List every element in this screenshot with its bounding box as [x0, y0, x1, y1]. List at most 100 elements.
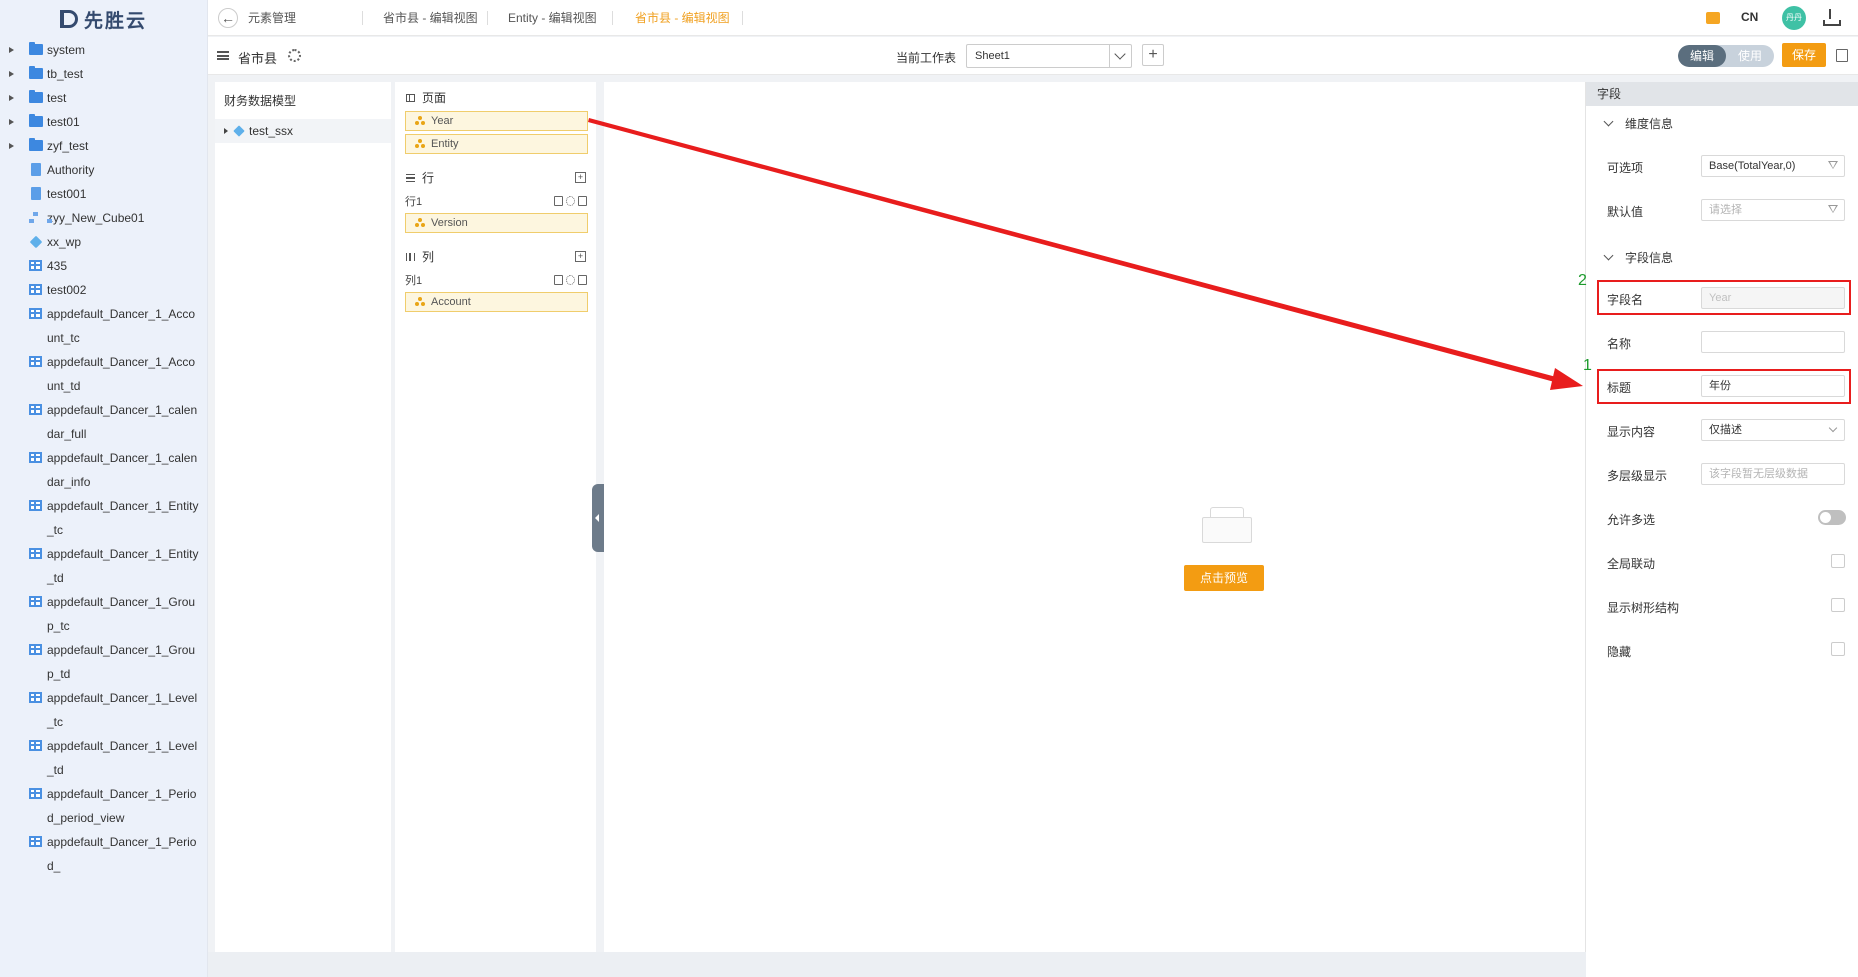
- mode-edit-option[interactable]: 编辑: [1678, 45, 1726, 67]
- cols-section-title: 列: [422, 250, 435, 264]
- hidden-label: 隐藏: [1607, 645, 1632, 659]
- sidebar-item[interactable]: test01: [0, 110, 207, 134]
- sidebar-item[interactable]: appdefault_Dancer_1_Period_period_view: [0, 782, 207, 830]
- model-tree-item[interactable]: test_ssx: [215, 119, 391, 143]
- sidebar-item[interactable]: appdefault_Dancer_1_Level_td: [0, 734, 207, 782]
- add-sheet-button[interactable]: +: [1142, 44, 1164, 66]
- sidebar-item[interactable]: appdefault_Dancer_1_Group_td: [0, 638, 207, 686]
- copy-icon[interactable]: [554, 275, 563, 285]
- download-icon[interactable]: [1822, 9, 1841, 26]
- tab-entity-edit[interactable]: Entity - 编辑视图: [488, 0, 613, 36]
- sidebar-item[interactable]: appdefault_Dancer_1_Group_tc: [0, 590, 207, 638]
- gear-icon[interactable]: [566, 275, 575, 285]
- multilevel-input[interactable]: 该字段暂无层级数据: [1701, 463, 1845, 485]
- tab-element-management[interactable]: 元素管理: [248, 0, 363, 36]
- sidebar-item[interactable]: tb_test: [0, 62, 207, 86]
- sidebar-item[interactable]: system: [0, 38, 207, 62]
- expand-caret-icon[interactable]: [9, 143, 14, 149]
- sidebar-item[interactable]: appdefault_Dancer_1_Period_: [0, 830, 207, 878]
- sidebar-item-label: appdefault_Dancer_1_Level_tc: [47, 691, 198, 729]
- chevron-down-icon[interactable]: [1603, 116, 1614, 127]
- document-icon: [31, 187, 41, 200]
- expand-caret-icon[interactable]: [224, 128, 228, 134]
- sidebar-item-label: appdefault_Dancer_1_Entity_tc: [47, 499, 199, 537]
- expand-caret-icon[interactable]: [9, 95, 14, 101]
- optional-input[interactable]: Base(TotalYear,0): [1701, 155, 1845, 177]
- mode-toggle[interactable]: 使用 编辑: [1678, 45, 1774, 67]
- sidebar-item[interactable]: zyy_New_Cube01: [0, 206, 207, 230]
- sidebar-item[interactable]: appdefault_Dancer_1_calendar_info: [0, 446, 207, 494]
- sidebar-item[interactable]: xx_wp: [0, 230, 207, 254]
- preview-button[interactable]: 点击预览: [1184, 565, 1264, 591]
- tab-province-edit-2[interactable]: 省市县 - 编辑视图: [613, 0, 743, 36]
- sidebar: 先胜云 system tb_test test test01 zyf_test Autho…: [0, 0, 208, 977]
- cube-icon: [29, 235, 43, 249]
- add-row-button[interactable]: +: [575, 172, 586, 183]
- display-content-select[interactable]: 仅描述: [1701, 419, 1845, 441]
- dimension-info-section[interactable]: 维度信息: [1586, 114, 1858, 134]
- sheet-select[interactable]: Sheet1: [966, 44, 1132, 68]
- sidebar-item[interactable]: appdefault_Dancer_1_Account_tc: [0, 302, 207, 350]
- trash-icon[interactable]: [578, 275, 587, 285]
- language-switch[interactable]: CN: [1741, 10, 1758, 24]
- sidebar-item[interactable]: appdefault_Dancer_1_Account_td: [0, 350, 207, 398]
- sidebar-item-label: system: [47, 43, 86, 57]
- sidebar-item[interactable]: appdefault_Dancer_1_Level_tc: [0, 686, 207, 734]
- optional-value: Base(TotalYear,0): [1709, 160, 1796, 172]
- expand-caret-icon[interactable]: [9, 119, 14, 125]
- gear-icon[interactable]: [566, 196, 575, 206]
- sidebar-item[interactable]: test002: [0, 278, 207, 302]
- gear-icon[interactable]: [288, 49, 301, 62]
- sidebar-item[interactable]: test001: [0, 182, 207, 206]
- table-icon: [29, 356, 42, 367]
- sidebar-item[interactable]: 435: [0, 254, 207, 278]
- document-icon: [31, 163, 41, 176]
- sidebar-item-label: appdefault_Dancer_1_calendar_info: [47, 451, 198, 489]
- multiselect-toggle[interactable]: [1818, 510, 1846, 525]
- add-column-button[interactable]: +: [575, 251, 586, 262]
- copy-icon[interactable]: [554, 196, 563, 206]
- sidebar-item[interactable]: Authority: [0, 158, 207, 182]
- table-icon: [29, 308, 42, 319]
- expand-caret-icon[interactable]: [9, 47, 14, 53]
- model-item-label: test_ssx: [249, 124, 294, 138]
- default-value-input[interactable]: 请选择: [1701, 199, 1845, 221]
- dimension-chip-version[interactable]: Version: [405, 213, 588, 233]
- tab-province-edit-1[interactable]: 省市县 - 编辑视图: [363, 0, 488, 36]
- bottom-strip: [208, 952, 1586, 977]
- field-info-section[interactable]: 字段信息: [1586, 248, 1673, 268]
- dimension-chip-year[interactable]: Year: [405, 111, 588, 131]
- field-properties-panel: 字段 维度信息 可选项 Base(TotalYear,0) 默认值 请选择 字段…: [1585, 82, 1858, 977]
- hidden-checkbox[interactable]: [1831, 642, 1845, 656]
- global-link-checkbox[interactable]: [1831, 554, 1845, 568]
- avatar[interactable]: 丹丹: [1782, 6, 1806, 30]
- dimension-chip-account[interactable]: Account: [405, 292, 588, 312]
- collapse-panel-handle[interactable]: [592, 484, 604, 552]
- dimension-chip-entity[interactable]: Entity: [405, 134, 588, 154]
- name-input[interactable]: [1701, 331, 1845, 353]
- mode-use-option[interactable]: 使用: [1726, 45, 1774, 67]
- tree-structure-checkbox[interactable]: [1831, 598, 1845, 612]
- multilevel-label: 多层级显示: [1607, 469, 1668, 483]
- filter-icon[interactable]: [1828, 205, 1838, 213]
- chevron-down-icon[interactable]: [1109, 45, 1131, 67]
- sidebar-item[interactable]: appdefault_Dancer_1_Entity_tc: [0, 494, 207, 542]
- back-button[interactable]: ←: [218, 8, 238, 28]
- filter-icon[interactable]: [1828, 161, 1838, 169]
- sidebar-item[interactable]: appdefault_Dancer_1_Entity_td: [0, 542, 207, 590]
- expand-caret-icon[interactable]: [9, 71, 14, 77]
- chevron-down-icon[interactable]: [1828, 423, 1838, 433]
- page-settings-icon[interactable]: [1836, 49, 1848, 62]
- sidebar-item-label: appdefault_Dancer_1_Period_period_view: [47, 787, 197, 825]
- chevron-down-icon[interactable]: [1603, 250, 1614, 261]
- sidebar-item[interactable]: appdefault_Dancer_1_calendar_full: [0, 398, 207, 446]
- sidebar-item[interactable]: test: [0, 86, 207, 110]
- resource-tree: system tb_testtest test01 zyf_test Authority…: [0, 38, 207, 878]
- save-button[interactable]: 保存: [1782, 43, 1826, 67]
- sidebar-item-label: appdefault_Dancer_1_Period_: [47, 835, 197, 873]
- trash-icon[interactable]: [578, 196, 587, 206]
- sidebar-item-label: test: [47, 91, 67, 105]
- sidebar-item[interactable]: zyf_test: [0, 134, 207, 158]
- tree-structure-row: 显示树形结构: [1586, 595, 1858, 619]
- store-icon[interactable]: [1706, 12, 1720, 24]
